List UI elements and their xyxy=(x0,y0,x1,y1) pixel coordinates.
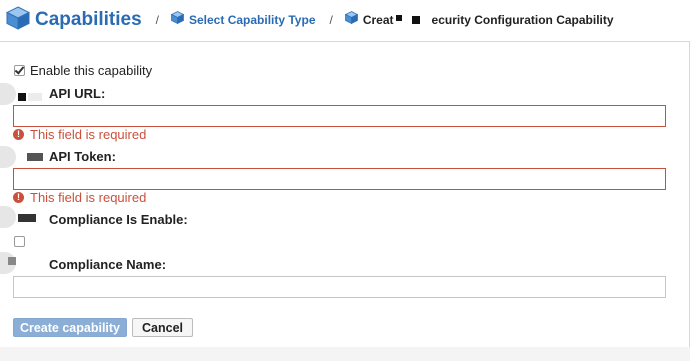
api-url-input[interactable] xyxy=(13,105,666,127)
redaction-block xyxy=(18,93,26,101)
redaction-block xyxy=(411,16,420,24)
page-title[interactable]: Capabilities xyxy=(35,9,142,31)
api-token-label-row: API Token: xyxy=(49,149,116,164)
cancel-button[interactable]: Cancel xyxy=(132,318,193,337)
enable-capability-checkbox[interactable] xyxy=(14,65,25,76)
api-token-label: API Token: xyxy=(49,149,116,164)
redaction-block xyxy=(8,257,16,265)
compliance-enable-row xyxy=(14,236,25,247)
breadcrumb-separator: / xyxy=(155,13,159,27)
api-url-error-text: This field is required xyxy=(30,127,147,142)
compliance-enable-label-row: Compliance Is Enable: xyxy=(49,212,188,227)
compliance-name-input[interactable] xyxy=(13,276,666,298)
breadcrumb-separator: / xyxy=(329,13,333,27)
breadcrumb: Capabilities / Select Capability Type / … xyxy=(0,0,690,40)
redaction-block xyxy=(18,214,36,222)
compliance-enable-checkbox[interactable] xyxy=(14,236,25,247)
api-token-input[interactable] xyxy=(13,168,666,190)
cube-icon xyxy=(170,11,185,29)
api-url-label: API URL: xyxy=(49,86,106,101)
breadcrumb-current-prefix: Creat xyxy=(362,13,394,27)
error-icon: ! xyxy=(13,192,24,203)
cube-icon xyxy=(344,11,359,29)
enable-capability-label: Enable this capability xyxy=(30,63,153,78)
breadcrumb-current-suffix: ecurity Configuration Capability xyxy=(431,13,614,27)
redaction-block xyxy=(28,93,42,101)
breadcrumb-current-page: Creat ecurity Configuration Capability xyxy=(363,13,614,27)
compliance-name-label-row: Compliance Name: xyxy=(49,257,166,272)
enable-capability-row: Enable this capability xyxy=(14,63,152,78)
breadcrumb-select-capability-type[interactable]: Select Capability Type xyxy=(189,13,316,27)
redaction-block xyxy=(395,15,402,21)
footer-strip xyxy=(0,347,690,361)
create-capability-button[interactable]: Create capability xyxy=(13,318,127,337)
api-token-error-text: This field is required xyxy=(30,190,147,205)
compliance-enable-label: Compliance Is Enable: xyxy=(49,212,188,227)
api-token-error: ! This field is required xyxy=(13,190,146,205)
api-url-label-row: API URL: xyxy=(49,86,105,101)
redaction-block xyxy=(27,153,43,161)
capabilities-cube-icon xyxy=(5,5,31,35)
compliance-name-label: Compliance Name: xyxy=(49,257,167,272)
api-url-error: ! This field is required xyxy=(13,127,146,142)
error-icon: ! xyxy=(13,129,24,140)
